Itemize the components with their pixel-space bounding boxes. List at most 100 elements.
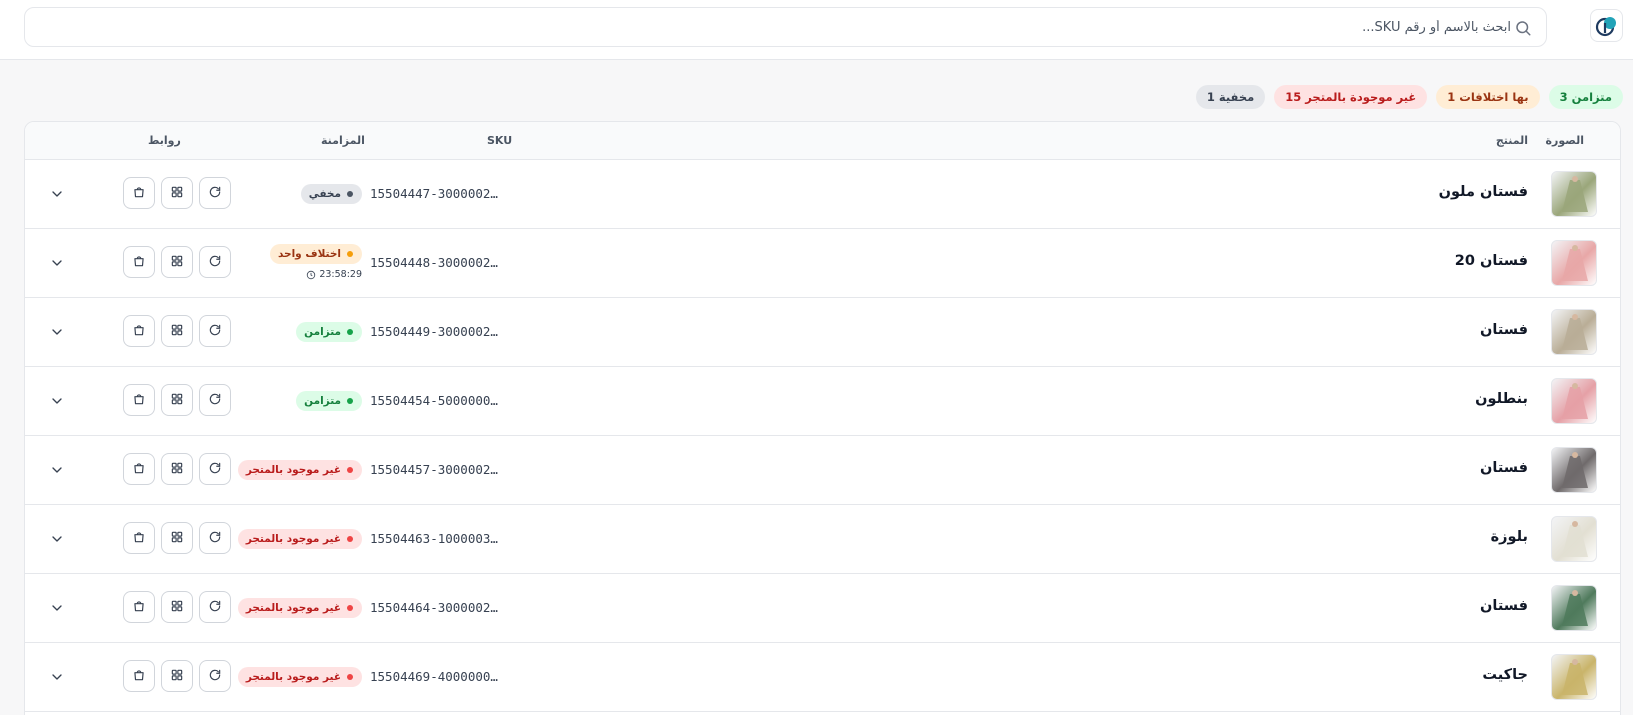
store-link-button[interactable] (123, 177, 155, 209)
search-box[interactable] (24, 7, 1547, 47)
refresh-icon (208, 184, 222, 203)
sync-status-label: غير موجود بالمتجر (245, 671, 341, 683)
status-dot (347, 536, 353, 542)
refresh-icon (208, 322, 222, 341)
expand-row-button[interactable] (49, 255, 65, 271)
dashboard-link-button[interactable] (161, 660, 193, 692)
resync-button[interactable] (199, 384, 231, 416)
resync-button[interactable] (199, 591, 231, 623)
header-sku: SKU (487, 134, 513, 147)
table-row[interactable]: فستان ملون 15504447-3000002… مخفي (25, 160, 1620, 229)
resync-button[interactable] (199, 315, 231, 347)
product-thumbnail (1551, 240, 1597, 286)
table-row[interactable]: فستان 15504449-3000002… متزامن (25, 298, 1620, 367)
expand-row-button[interactable] (49, 186, 65, 202)
sync-summary: 3 متزامن 1 بها اختلافات 15 غير موجودة با… (1195, 85, 1623, 109)
diffs-count-chip[interactable]: 1 بها اختلافات (1436, 85, 1540, 109)
product-name: فستان (1480, 322, 1528, 338)
refresh-icon (208, 391, 222, 410)
header-links: روابط (148, 134, 181, 147)
search-icon (1516, 21, 1531, 36)
sync-status-badge: مخفي (300, 184, 362, 204)
sync-status-badge: غير موجود بالمتجر (237, 598, 362, 618)
resync-button[interactable] (199, 177, 231, 209)
sync-status-badge: متزامن (296, 391, 362, 411)
grid-icon (170, 460, 184, 479)
grid-icon (170, 253, 184, 272)
resync-button[interactable] (199, 522, 231, 554)
missing-count-chip[interactable]: 15 غير موجودة بالمتجر (1274, 85, 1428, 109)
chevron-down-icon (49, 532, 65, 551)
sync-status-label: غير موجود بالمتجر (245, 533, 341, 545)
status-dot (347, 398, 353, 404)
product-sku: 15504463-1000003… (370, 531, 498, 546)
expand-row-button[interactable] (49, 462, 65, 478)
app-logo[interactable] (1590, 9, 1623, 42)
product-thumbnail (1551, 171, 1597, 217)
shopping-bag-icon (132, 322, 146, 341)
table-row[interactable]: فستان 15504464-3000002… غير موجود بالمتجر (25, 574, 1620, 643)
product-name: بنطلون (1475, 391, 1528, 407)
store-link-button[interactable] (123, 591, 155, 623)
product-sku: 15504447-3000002… (370, 186, 498, 201)
grid-icon (170, 598, 184, 617)
chevron-down-icon (49, 256, 65, 275)
expand-row-button[interactable] (49, 393, 65, 409)
dashboard-link-button[interactable] (161, 246, 193, 278)
search-input[interactable] (41, 8, 1511, 46)
expand-row-button[interactable] (49, 531, 65, 547)
resync-button[interactable] (199, 246, 231, 278)
table-row[interactable]: فستان 15504457-3000002… غير موجود بالمتجر (25, 436, 1620, 505)
product-sku: 15504469-4000000… (370, 669, 498, 684)
grid-icon (170, 667, 184, 686)
table-row[interactable]: جاكيت 15504469-4000000… غير موجود بالمتجر (25, 643, 1620, 712)
table-row[interactable]: بلوزة 15504463-1000003… غير موجود بالمتجر (25, 505, 1620, 574)
logo-icon (1595, 16, 1616, 36)
store-link-button[interactable] (123, 384, 155, 416)
products-table: الصورة المنتج SKU المزامنة روابط فستان م… (24, 121, 1621, 715)
status-dot (347, 251, 353, 257)
expand-row-button[interactable] (49, 669, 65, 685)
product-name: جاكيت (1482, 667, 1528, 683)
store-link-button[interactable] (123, 660, 155, 692)
refresh-icon (208, 667, 222, 686)
store-link-button[interactable] (123, 246, 155, 278)
product-thumbnail (1551, 516, 1597, 562)
expand-row-button[interactable] (49, 324, 65, 340)
dashboard-link-button[interactable] (161, 522, 193, 554)
dashboard-link-button[interactable] (161, 315, 193, 347)
shopping-bag-icon (132, 598, 146, 617)
chevron-down-icon (49, 601, 65, 620)
resync-button[interactable] (199, 453, 231, 485)
product-thumbnail (1551, 309, 1597, 355)
sync-status-badge: غير موجود بالمتجر (237, 460, 362, 480)
shopping-bag-icon (132, 253, 146, 272)
table-row[interactable]: فستان 20 15504448-3000002… اختلاف واحد 23:5… (25, 229, 1620, 298)
dashboard-link-button[interactable] (161, 453, 193, 485)
store-link-button[interactable] (123, 315, 155, 347)
resync-button[interactable] (199, 660, 231, 692)
product-thumbnail (1551, 447, 1597, 493)
dashboard-link-button[interactable] (161, 384, 193, 416)
chevron-down-icon (49, 187, 65, 206)
clock-icon (307, 270, 316, 279)
header-image: الصورة (1545, 134, 1584, 147)
dashboard-link-button[interactable] (161, 177, 193, 209)
store-link-button[interactable] (123, 453, 155, 485)
product-name: بلوزة (1490, 529, 1528, 545)
header-product: المنتج (1495, 134, 1528, 147)
expand-row-button[interactable] (49, 600, 65, 616)
dashboard-link-button[interactable] (161, 591, 193, 623)
synced-count-chip[interactable]: 3 متزامن (1548, 85, 1623, 109)
sync-status-label: مخفي (308, 188, 341, 200)
status-dot (347, 191, 353, 197)
store-link-button[interactable] (123, 522, 155, 554)
sync-status-label: متزامن (304, 326, 341, 338)
product-sku: 15504457-3000002… (370, 462, 498, 477)
grid-icon (170, 391, 184, 410)
sync-status-label: غير موجود بالمتجر (245, 464, 341, 476)
status-dot (347, 674, 353, 680)
hidden-count-chip[interactable]: 1 مخفية (1195, 85, 1266, 109)
grid-icon (170, 184, 184, 203)
table-row[interactable]: بنطلون 15504454-5000000… متزامن (25, 367, 1620, 436)
